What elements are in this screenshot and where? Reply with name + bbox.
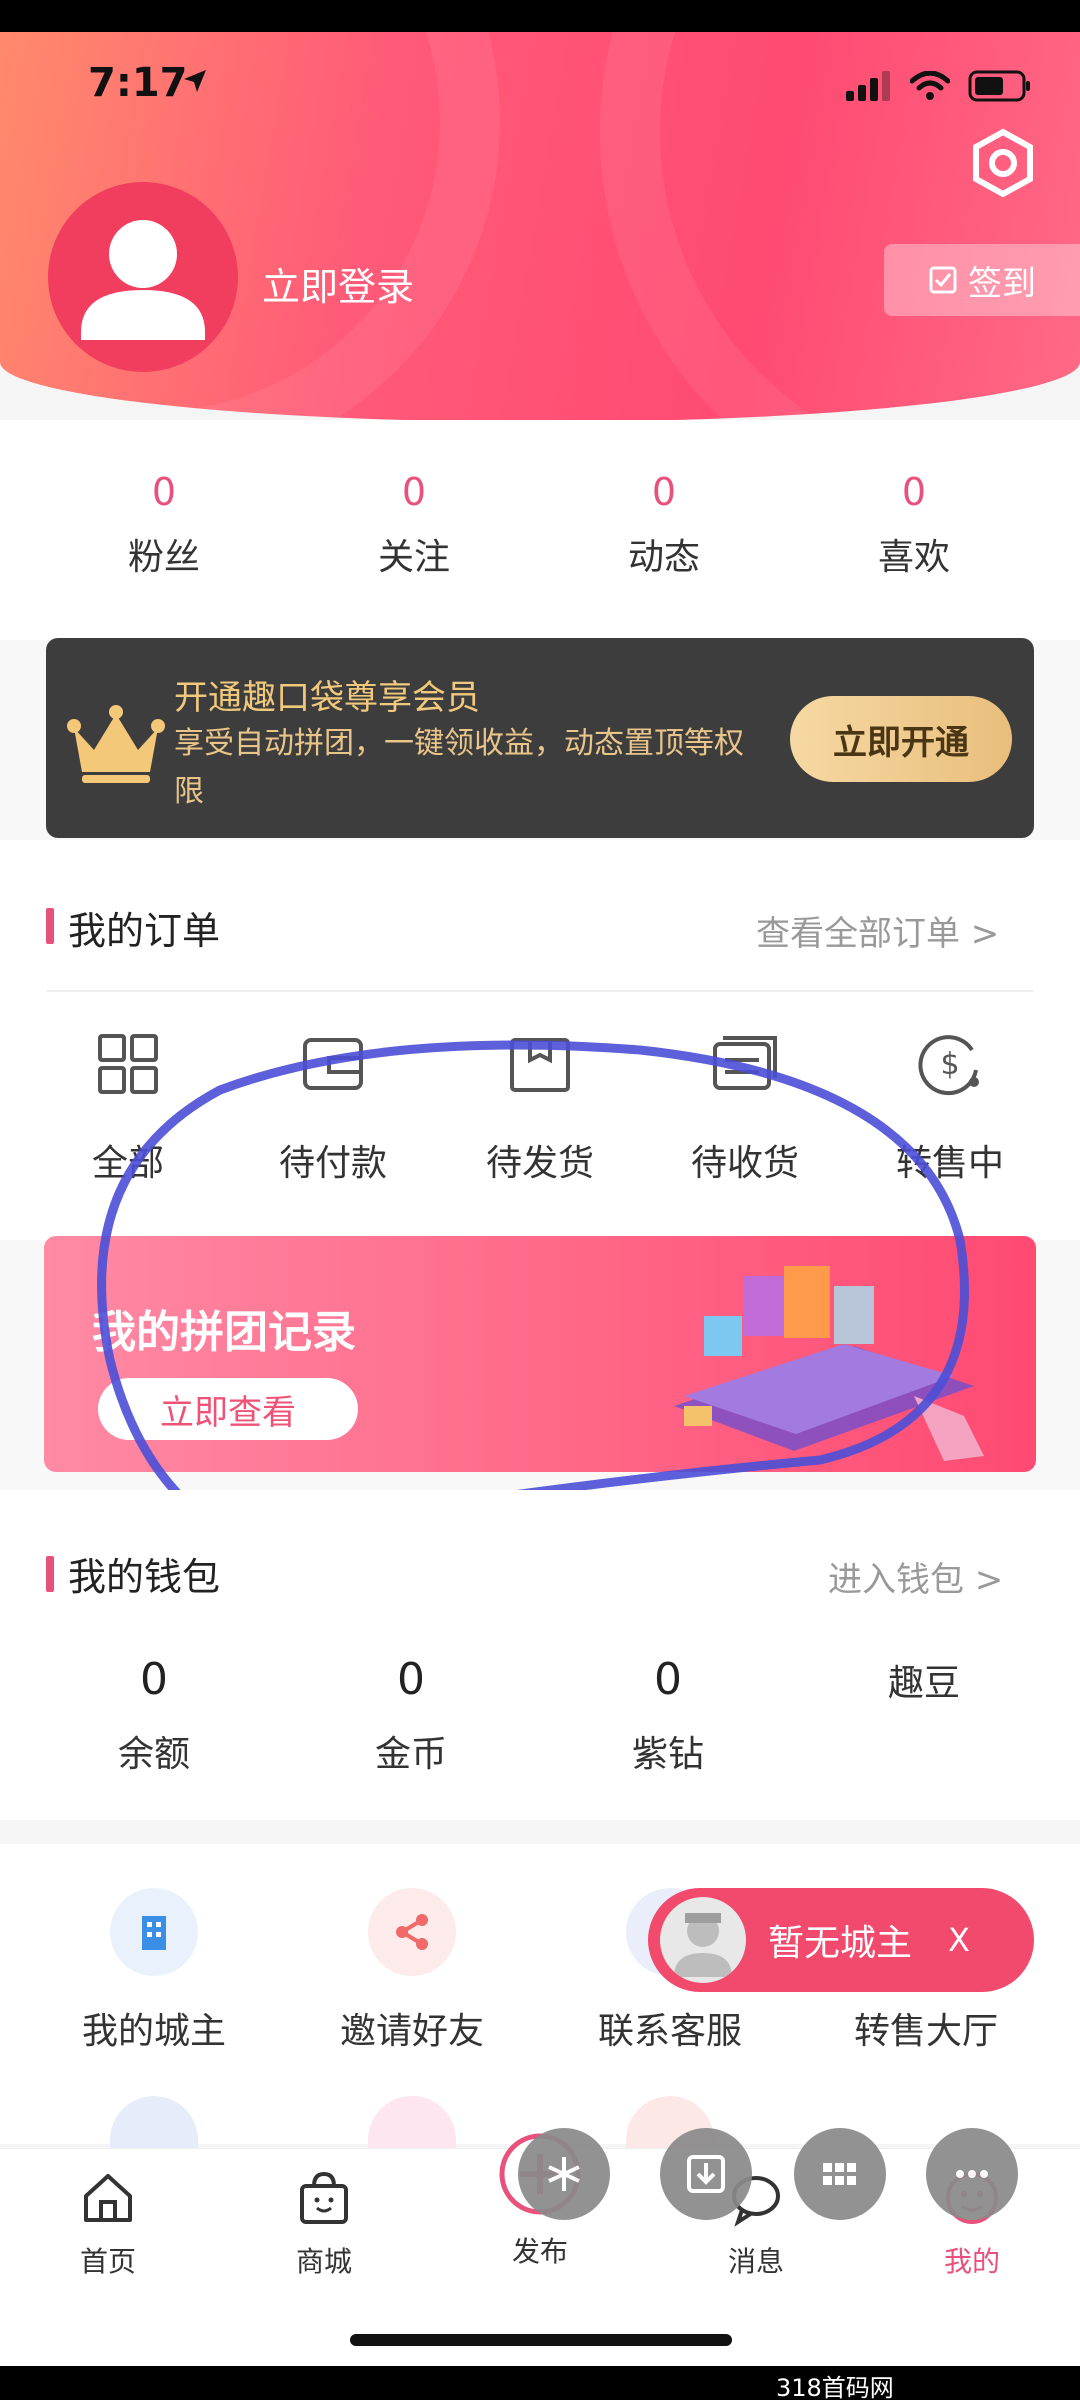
check-square-icon [929,266,957,294]
home-icon [84,2174,132,2222]
service-label: 转售大厅 [853,2011,998,2052]
service-label: 我的城主 [81,2011,226,2052]
top-strip [0,0,1080,32]
tab-home[interactable]: 首页 [38,2168,178,2280]
settings-hex-icon[interactable] [968,128,1038,198]
tab-label: 我的 [943,2245,1000,2278]
battery-icon [968,70,1030,102]
city-lord-toast[interactable]: 暂无城主 X [648,1888,1034,1992]
view-all-orders-link[interactable]: 查看全部订单 > [756,906,999,955]
orders-title: 我的订单 [68,909,221,953]
vip-open-button[interactable]: 立即开通 [790,696,1012,782]
signin-label: 签到 [968,263,1036,304]
location-arrow-icon [180,66,210,100]
stat-label: 动态 [627,537,700,578]
shop-bag-icon [300,2171,348,2224]
tab-label: 商城 [295,2245,352,2278]
status-time: 7:17 [88,60,188,106]
login-link[interactable]: 立即登录 [262,256,414,311]
building-icon [110,1888,198,1976]
wallet-value: 0 [140,1654,168,1705]
stat-fans[interactable]: 0 粉丝 [64,470,264,580]
service-label: 邀请好友 [339,2011,484,2052]
wallet-label: 趣豆 [887,1663,960,1704]
stat-value: 0 [901,470,927,514]
vip-description: 享受自动拼团，一键领收益，动态置顶等权限 [174,726,744,809]
signal-icon [846,71,890,101]
wallet-label: 余额 [117,1734,190,1775]
service-invite-friends[interactable]: 邀请好友 [302,1888,522,2054]
enter-wallet-link[interactable]: 进入钱包 > [828,1552,1003,1601]
floating-tool-button[interactable] [518,2128,610,2220]
apps-grid-icon[interactable] [794,2128,886,2220]
section-accent-bar [46,908,54,944]
stat-label: 喜欢 [877,537,950,578]
share-icon [368,1888,456,1976]
tab-label: 消息 [727,2245,784,2278]
wifi-icon [910,71,950,100]
stat-likes[interactable]: 0 喜欢 [814,470,1014,580]
wallet-value: 0 [397,1654,425,1705]
signin-button[interactable]: 签到 [884,244,1080,316]
tab-shop[interactable]: 商城 [254,2168,394,2280]
wallet-qudou[interactable]: 趣豆 [824,1654,1024,1706]
tab-label: 首页 [79,2245,136,2278]
vip-title: 开通趣口袋尊享会员 [174,678,480,718]
stat-label: 关注 [377,537,450,578]
stat-posts[interactable]: 0 动态 [564,470,764,580]
status-icons [846,70,1032,102]
stat-label: 粉丝 [127,537,200,578]
service-label: 联系客服 [597,2011,742,2052]
service-my-city-lord[interactable]: 我的城主 [44,1888,264,2054]
stat-value: 0 [651,470,677,514]
wallet-value: 0 [654,1654,682,1705]
home-indicator[interactable] [350,2334,732,2346]
more-dots-icon[interactable] [926,2128,1018,2220]
wallet-coins[interactable]: 0 金币 [311,1654,511,1777]
crown-icon [66,704,166,786]
wallet-title: 我的钱包 [68,1555,221,1599]
avatar[interactable] [48,182,238,372]
toast-text: 暂无城主 [768,1923,913,1964]
wallet-label: 金币 [374,1734,447,1775]
wallet-label: 紫钻 [631,1734,704,1775]
watermark-text: 318首码网 www.E318.com [776,2374,894,2400]
divider [46,990,1034,992]
stat-value: 0 [151,470,177,514]
download-icon[interactable] [660,2128,752,2220]
avatar-placeholder-icon [660,1897,746,1983]
wallet-purple-diamond[interactable]: 0 紫钻 [568,1654,768,1777]
stat-value: 0 [401,470,427,514]
wallet-balance[interactable]: 0 余额 [54,1654,254,1777]
toast-close-button[interactable]: X [948,1921,970,1959]
tab-label: 发布 [511,2235,568,2268]
stat-following[interactable]: 0 关注 [314,470,514,580]
section-accent-bar [46,1556,54,1592]
